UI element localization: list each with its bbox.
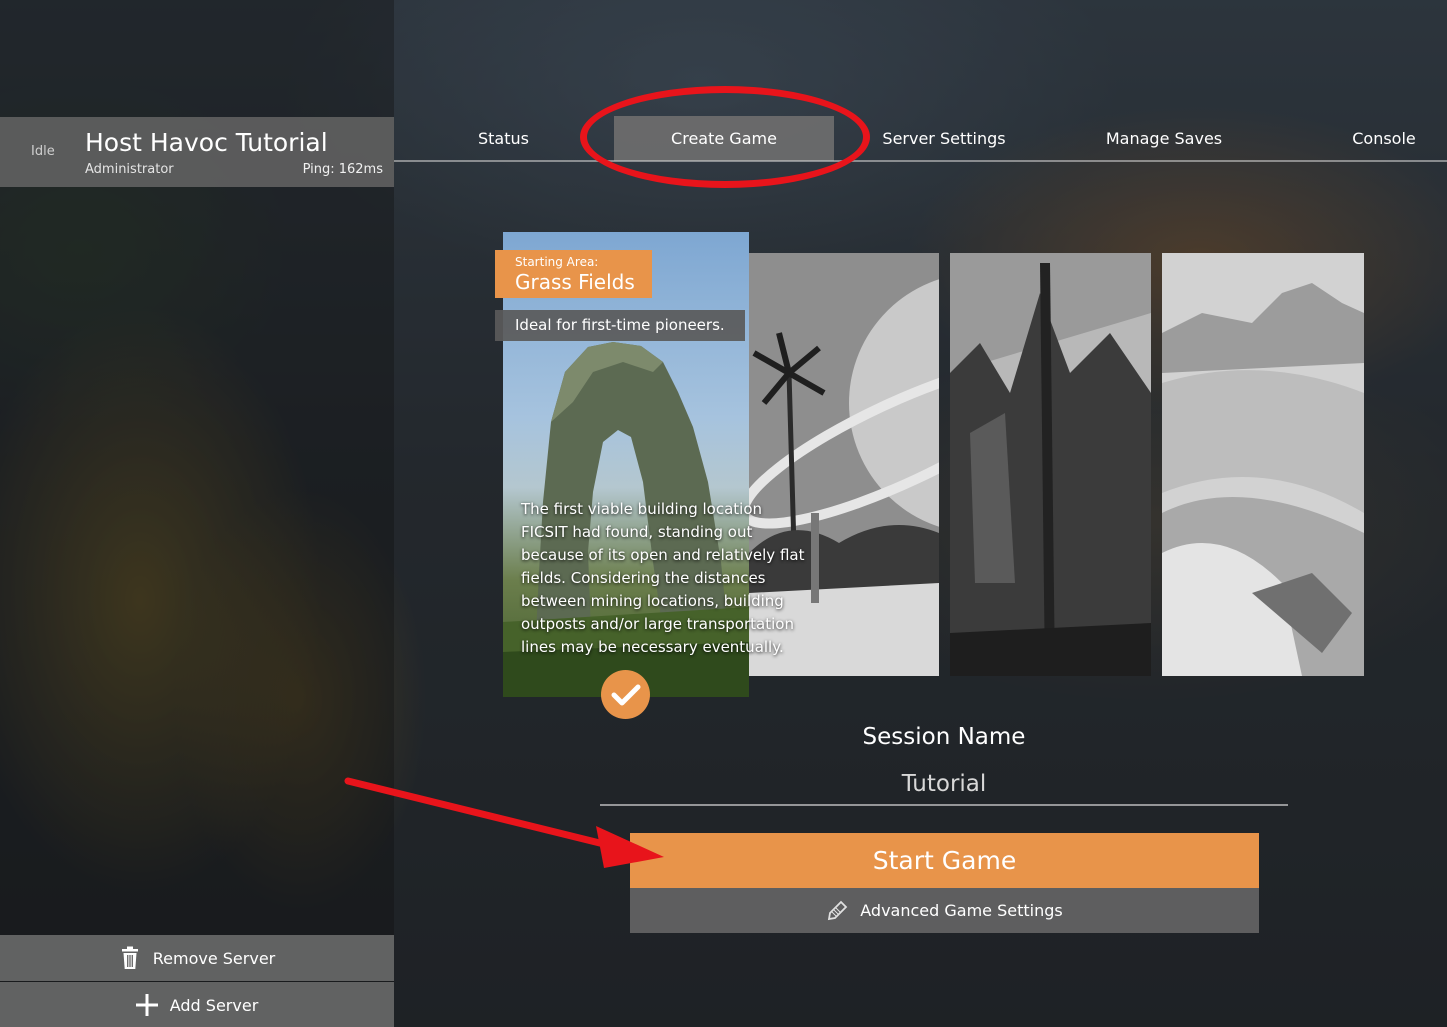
server-card[interactable]: Idle Host Havoc Tutorial Administrator P…	[0, 117, 394, 187]
add-server-button[interactable]: Add Server	[0, 982, 394, 1027]
starting-area-card-northern-forest[interactable]	[950, 253, 1151, 676]
start-game-button[interactable]: Start Game	[630, 833, 1259, 888]
starting-area-name: Grass Fields	[515, 270, 635, 294]
advanced-game-settings-button[interactable]: Advanced Game Settings	[630, 888, 1259, 933]
starting-area-label: Starting Area: Grass Fields	[495, 250, 652, 298]
server-ping: Ping: 162ms	[302, 162, 383, 177]
server-status: Idle	[31, 144, 55, 159]
trash-icon	[119, 946, 141, 970]
starting-area-description: The first viable building location FICSI…	[521, 500, 805, 656]
pencil-icon	[826, 897, 850, 925]
remove-server-button[interactable]: Remove Server	[0, 935, 394, 981]
server-name: Host Havoc Tutorial	[85, 128, 328, 157]
server-role: Administrator	[85, 162, 174, 177]
tab-console[interactable]: Console	[1274, 116, 1447, 161]
tab-underline	[394, 160, 1447, 162]
remove-server-label: Remove Server	[152, 948, 276, 968]
add-server-label: Add Server	[169, 995, 259, 1015]
tab-bar: Status Create Game Server Settings Manag…	[394, 116, 1447, 162]
highlight-ellipse	[580, 86, 870, 188]
desert-image	[1162, 253, 1364, 676]
plus-icon	[135, 993, 158, 1017]
starting-area-caption: Starting Area:	[515, 255, 599, 269]
starting-area-card-dune-desert[interactable]	[1162, 253, 1364, 676]
forest-image	[950, 253, 1151, 676]
session-name-title: Session Name	[862, 724, 1026, 750]
starting-area-tagline: Ideal for first-time pioneers.	[495, 310, 745, 341]
advanced-game-settings-label: Advanced Game Settings	[860, 901, 1063, 920]
tab-manage-saves[interactable]: Manage Saves	[1054, 116, 1274, 161]
selected-check-icon	[601, 670, 650, 719]
session-name-input[interactable]	[600, 764, 1288, 806]
